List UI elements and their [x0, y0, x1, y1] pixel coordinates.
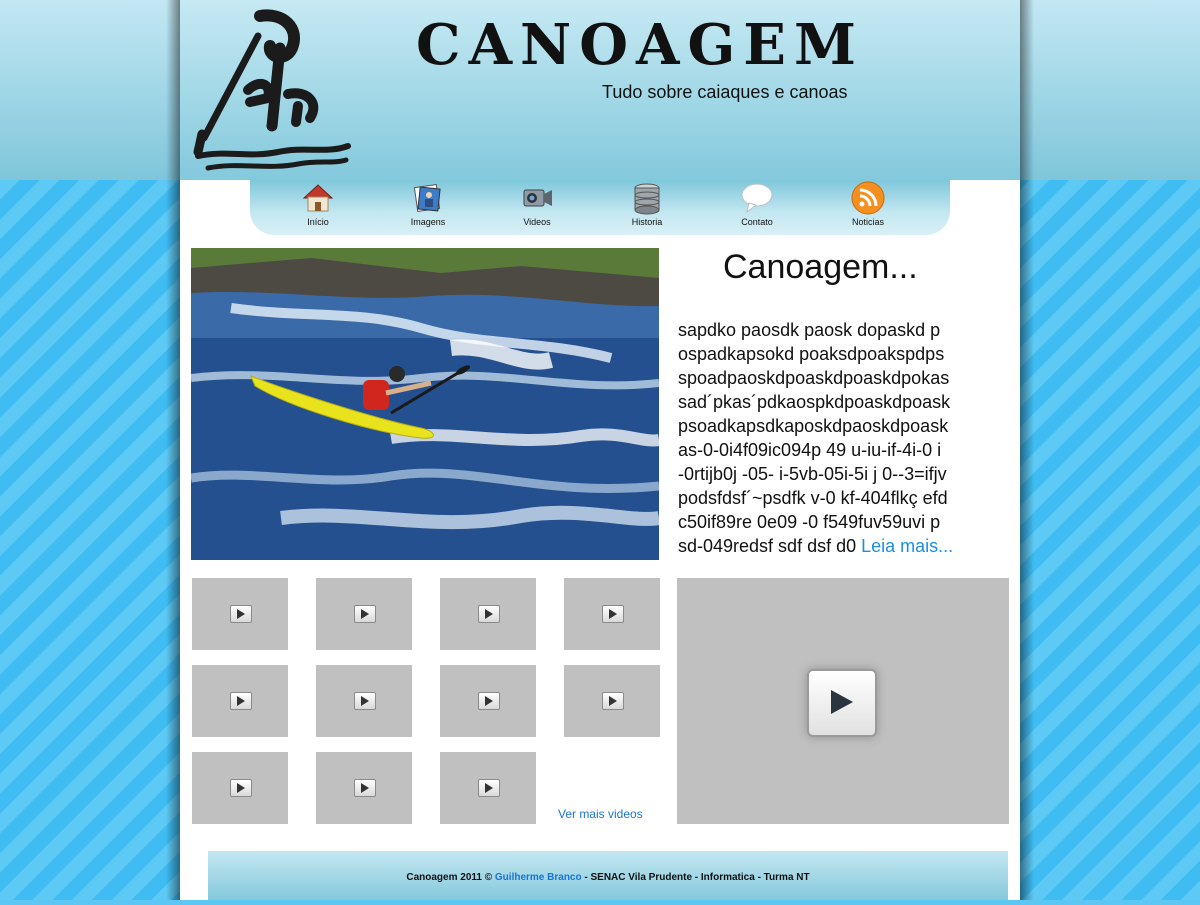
video-thumbnail[interactable] [192, 665, 288, 737]
database-icon [634, 183, 660, 215]
play-button[interactable] [807, 669, 877, 737]
photos-icon [413, 184, 441, 212]
play-icon [478, 605, 500, 623]
nav-label: Historia [631, 217, 663, 227]
page-container: CANOAGEM Tudo sobre caiaques e canoas In… [180, 0, 1020, 900]
site-title: CANOAGEM [416, 12, 864, 78]
video-thumbnail[interactable] [564, 578, 660, 650]
footer: Canoagem 2011 © Guilherme Branco - SENAC… [208, 851, 1008, 900]
video-thumbnail[interactable] [316, 752, 412, 824]
video-thumbnail[interactable] [192, 752, 288, 824]
play-icon [230, 779, 252, 797]
play-icon [478, 779, 500, 797]
home-icon [302, 184, 334, 212]
video-thumbnail[interactable] [316, 578, 412, 650]
video-thumbnail[interactable] [440, 578, 536, 650]
camcorder-icon [523, 189, 552, 207]
speech-bubble-icon [741, 183, 773, 214]
header: CANOAGEM Tudo sobre caiaques e canoas [180, 0, 1020, 180]
page-shadow-left [166, 0, 180, 900]
rss-icon [851, 181, 885, 215]
article-text: sapdko paosdk paosk dopaskd p ospadkapso… [678, 320, 951, 556]
article-title: Canoagem... [723, 248, 918, 286]
play-icon [230, 692, 252, 710]
article-body: sapdko paosdk paosk dopaskd p ospadkapso… [678, 318, 1020, 558]
main-nav: Início Imagens Videos Historia Contato N… [250, 180, 950, 235]
play-icon [354, 779, 376, 797]
video-thumbnail[interactable] [192, 578, 288, 650]
video-thumbnail[interactable] [440, 665, 536, 737]
video-thumbnail[interactable] [440, 752, 536, 824]
footer-suffix: - SENAC Vila Prudente - Informatica - Tu… [581, 872, 810, 883]
play-icon [602, 605, 624, 623]
play-icon [354, 692, 376, 710]
canoe-logo-icon [193, 9, 351, 171]
nav-label: Início [307, 217, 329, 227]
play-icon [478, 692, 500, 710]
site-tagline: Tudo sobre caiaques e canoas [602, 82, 848, 102]
see-more-videos-link[interactable]: Ver mais videos [558, 807, 643, 821]
nav-label: Imagens [410, 217, 446, 227]
nav-label: Videos [523, 217, 551, 227]
nav-item-videos[interactable]: Videos [507, 180, 567, 227]
nav-label: Noticias [851, 217, 884, 227]
kayak-photo[interactable] [191, 248, 659, 560]
play-icon [602, 692, 624, 710]
video-thumbnail[interactable] [316, 665, 412, 737]
video-player[interactable] [677, 578, 1009, 824]
footer-author-link[interactable]: Guilherme Branco [495, 872, 582, 883]
nav-item-inicio[interactable]: Início [288, 180, 348, 227]
play-icon [230, 605, 252, 623]
footer-prefix: Canoagem 2011 © [406, 872, 495, 883]
play-icon [831, 690, 853, 714]
page-shadow-right [1020, 0, 1034, 900]
read-more-link[interactable]: Leia mais... [861, 536, 953, 556]
nav-label: Contato [741, 217, 773, 227]
nav-item-historia[interactable]: Historia [617, 180, 677, 227]
nav-item-noticias[interactable]: Noticias [838, 180, 898, 227]
nav-item-contato[interactable]: Contato [727, 180, 787, 227]
nav-item-imagens[interactable]: Imagens [398, 180, 458, 227]
play-icon [354, 605, 376, 623]
video-thumbnail[interactable] [564, 665, 660, 737]
